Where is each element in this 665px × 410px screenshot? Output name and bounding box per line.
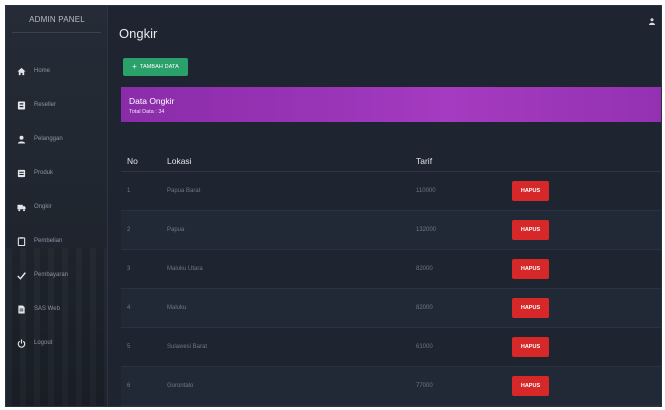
sidebar-item-home[interactable]: Home <box>6 54 108 88</box>
cell-tarif: 82000 <box>416 305 433 311</box>
brand-divider <box>12 32 101 33</box>
sidebar-item-label: Pembelian <box>34 238 63 244</box>
table-row: 6 Gorontalo 77000 HAPUS <box>121 367 661 406</box>
table-row: 3 Maluku Utara 82000 HAPUS <box>121 250 661 289</box>
sidebar-item-label: Reseller <box>34 102 57 108</box>
home-icon <box>16 66 26 76</box>
app-window: ADMIN PANEL Home Reseller Pelanggan Prod… <box>5 5 662 407</box>
cell-tarif: 132000 <box>416 227 437 233</box>
banner-title: Data Ongkir <box>129 96 175 106</box>
table-row: 5 Sulawesi Barat 61000 HAPUS <box>121 328 661 367</box>
cell-lokasi: Maluku <box>167 305 187 311</box>
id-card-icon <box>16 100 26 110</box>
banner-total: Total Data : 34 <box>129 109 165 115</box>
sidebar-item-sas-web[interactable]: SAS Web <box>6 292 108 326</box>
cell-no: 1 <box>127 188 131 194</box>
cell-lokasi: Maluku Utara <box>167 266 203 272</box>
data-summary-banner: Data Ongkir Total Data : 34 <box>121 87 661 122</box>
sidebar-item-pembelian[interactable]: Pembelian <box>6 224 108 258</box>
delete-button[interactable]: HAPUS <box>512 298 549 318</box>
add-data-button[interactable]: + TAMBAH DATA <box>123 58 188 76</box>
cell-lokasi: Sulawesi Barat <box>167 344 208 350</box>
sidebar-item-label: Pelanggan <box>34 136 63 142</box>
main-content: Ongkir + TAMBAH DATA Data Ongkir Total D… <box>109 6 661 406</box>
power-icon <box>16 338 26 348</box>
header-tarif: Tarif <box>416 156 433 166</box>
sidebar-item-pelanggan[interactable]: Pelanggan <box>6 122 108 156</box>
cell-lokasi: Papua <box>167 227 185 233</box>
sidebar-item-label: Logout <box>34 340 53 346</box>
sidebar-item-label: Home <box>34 68 51 74</box>
user-icon <box>16 134 26 144</box>
sidebar: ADMIN PANEL Home Reseller Pelanggan Prod… <box>6 6 108 406</box>
cell-lokasi: Papua Barat <box>167 188 201 194</box>
delete-button[interactable]: HAPUS <box>512 337 549 357</box>
ongkir-table: No Lokasi Tarif 1 Papua Barat 110000 HAP… <box>121 150 661 406</box>
brand-title: ADMIN PANEL <box>29 15 85 24</box>
check-icon <box>16 270 26 280</box>
sidebar-item-label: Ongkir <box>34 204 52 210</box>
sidebar-item-ongkir[interactable]: Ongkir <box>6 190 108 224</box>
header-no: No <box>127 156 138 166</box>
cell-tarif: 82000 <box>416 266 433 272</box>
cell-no: 6 <box>127 383 131 389</box>
add-data-label: TAMBAH DATA <box>139 64 179 70</box>
page-title: Ongkir <box>119 26 158 41</box>
truck-icon <box>16 202 26 212</box>
cell-tarif: 110000 <box>416 188 436 194</box>
clipboard-icon <box>16 236 26 246</box>
cell-lokasi: Gorontalo <box>167 383 194 389</box>
sidebar-item-pembayaran[interactable]: Pembayaran <box>6 258 108 292</box>
cell-no: 3 <box>127 266 131 272</box>
table-row: 4 Maluku 82000 HAPUS <box>121 289 661 328</box>
delete-button[interactable]: HAPUS <box>512 376 549 396</box>
header-lokasi: Lokasi <box>167 156 192 166</box>
cell-tarif: 61000 <box>416 344 433 350</box>
table-header: No Lokasi Tarif <box>121 150 661 172</box>
table-row: 2 Papua 132000 HAPUS <box>121 211 661 250</box>
sidebar-item-label: Pembayaran <box>34 272 69 278</box>
sidebar-nav: Home Reseller Pelanggan Produk Ongkir Pe… <box>6 54 108 360</box>
sidebar-item-reseller[interactable]: Reseller <box>6 88 108 122</box>
delete-button[interactable]: HAPUS <box>512 220 549 240</box>
document-icon <box>16 304 26 314</box>
cell-tarif: 77000 <box>416 383 433 389</box>
sidebar-item-label: Produk <box>34 170 54 176</box>
cell-no: 4 <box>127 305 131 311</box>
sidebar-item-produk[interactable]: Produk <box>6 156 108 190</box>
cell-no: 2 <box>127 227 131 233</box>
sidebar-item-label: SAS Web <box>34 306 60 312</box>
box-icon <box>16 168 26 178</box>
sidebar-item-logout[interactable]: Logout <box>6 326 108 360</box>
delete-button[interactable]: HAPUS <box>512 181 549 201</box>
user-menu-icon[interactable] <box>649 12 655 25</box>
plus-icon: + <box>132 62 137 71</box>
cell-no: 5 <box>127 344 131 350</box>
table-row: 1 Papua Barat 110000 HAPUS <box>121 172 661 211</box>
delete-button[interactable]: HAPUS <box>512 259 549 279</box>
